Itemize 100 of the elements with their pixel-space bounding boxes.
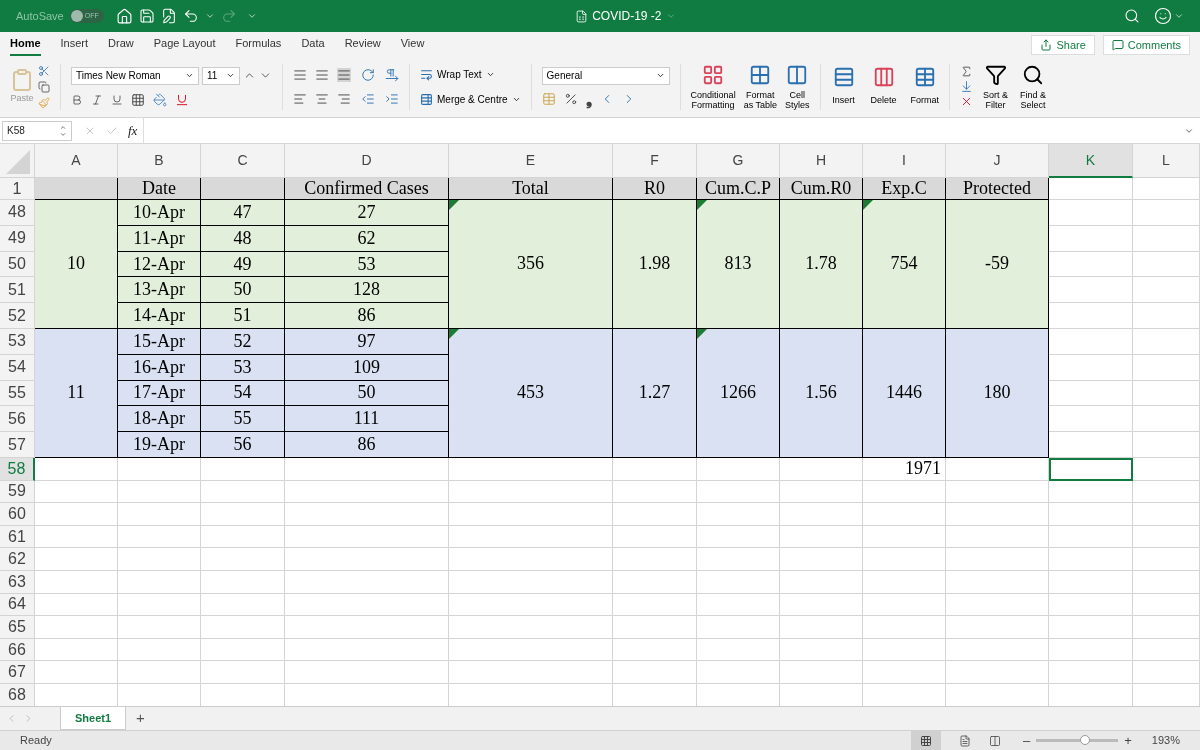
empty-cell[interactable] xyxy=(449,548,613,571)
empty-cell[interactable] xyxy=(1049,303,1133,329)
font-size-dropdown[interactable]: 11 xyxy=(202,66,240,85)
empty-cell[interactable] xyxy=(946,548,1049,571)
cut-icon[interactable] xyxy=(38,64,50,77)
empty-cell[interactable] xyxy=(1133,380,1200,407)
empty-cell[interactable] xyxy=(285,457,449,481)
empty-cell[interactable] xyxy=(1049,503,1133,526)
empty-cell[interactable] xyxy=(946,593,1049,617)
empty-cell[interactable] xyxy=(1049,329,1133,355)
empty-cell[interactable] xyxy=(697,480,780,504)
empty-cell[interactable] xyxy=(285,638,449,662)
column-header[interactable]: A xyxy=(35,144,118,178)
empty-cell[interactable] xyxy=(1049,661,1133,684)
smiley-icon[interactable] xyxy=(1154,7,1172,25)
orientation-icon[interactable] xyxy=(361,67,375,82)
merge-centre-button[interactable]: Merge & Centre xyxy=(420,91,521,107)
column-header[interactable]: L xyxy=(1133,144,1200,178)
empty-cell[interactable] xyxy=(118,616,201,639)
empty-cell[interactable] xyxy=(613,661,697,684)
empty-cell[interactable] xyxy=(613,616,697,639)
empty-cell[interactable] xyxy=(118,503,201,526)
empty-cell[interactable] xyxy=(613,638,697,662)
empty-cell[interactable] xyxy=(1049,616,1133,639)
empty-cell[interactable] xyxy=(1049,277,1133,304)
empty-cell[interactable] xyxy=(863,480,946,504)
empty-cell[interactable] xyxy=(1049,200,1133,226)
empty-cell[interactable] xyxy=(449,638,613,662)
empty-cell[interactable] xyxy=(201,661,285,684)
empty-cell[interactable] xyxy=(1133,616,1200,639)
percent-icon[interactable] xyxy=(563,91,578,106)
empty-cell[interactable] xyxy=(1049,480,1133,504)
empty-cell[interactable] xyxy=(1049,593,1133,617)
empty-cell[interactable] xyxy=(201,457,285,481)
empty-cell[interactable] xyxy=(1049,432,1133,458)
empty-cell[interactable] xyxy=(285,593,449,617)
number-format-dropdown[interactable]: General xyxy=(541,66,670,85)
empty-cell[interactable] xyxy=(780,457,863,481)
row-header[interactable]: 54 xyxy=(0,354,35,381)
empty-cell[interactable] xyxy=(285,616,449,639)
empty-cell[interactable] xyxy=(1133,251,1200,278)
empty-cell[interactable] xyxy=(780,638,863,662)
borders-icon[interactable] xyxy=(131,92,145,107)
empty-cell[interactable] xyxy=(285,570,449,594)
column-header[interactable]: B xyxy=(118,144,201,178)
customize-caret-icon[interactable] xyxy=(246,11,257,21)
align-middle-icon[interactable] xyxy=(315,67,329,82)
empty-cell[interactable] xyxy=(449,616,613,639)
empty-cell[interactable] xyxy=(1133,638,1200,662)
empty-cell[interactable] xyxy=(697,525,780,549)
text-direction-icon[interactable] xyxy=(385,67,399,82)
empty-cell[interactable] xyxy=(780,548,863,571)
format-painter-icon[interactable] xyxy=(38,96,50,109)
empty-cell[interactable] xyxy=(285,661,449,684)
align-right-icon[interactable] xyxy=(337,91,351,106)
empty-cell[interactable] xyxy=(118,457,201,481)
bold-icon[interactable] xyxy=(71,93,83,106)
empty-cell[interactable] xyxy=(946,480,1049,504)
cells-button[interactable]: Format xyxy=(910,65,940,108)
empty-cell[interactable] xyxy=(946,661,1049,684)
empty-cell[interactable] xyxy=(946,525,1049,549)
empty-cell[interactable] xyxy=(613,457,697,481)
empty-cell[interactable] xyxy=(1133,354,1200,381)
row-header[interactable]: 52 xyxy=(0,303,35,329)
fill-color-icon[interactable] xyxy=(153,92,167,107)
empty-cell[interactable] xyxy=(285,480,449,504)
select-all-corner[interactable] xyxy=(0,144,35,178)
empty-cell[interactable] xyxy=(1133,329,1200,355)
row-header[interactable]: 64 xyxy=(0,593,35,617)
empty-cell[interactable] xyxy=(697,457,780,481)
empty-cell[interactable] xyxy=(1133,503,1200,526)
empty-cell[interactable] xyxy=(697,616,780,639)
empty-cell[interactable] xyxy=(201,525,285,549)
home-icon[interactable] xyxy=(115,7,133,25)
cells-button[interactable]: Delete xyxy=(870,65,897,108)
empty-cell[interactable] xyxy=(863,616,946,639)
underline-icon[interactable] xyxy=(111,93,123,106)
empty-cell[interactable] xyxy=(1133,178,1200,200)
column-header[interactable]: G xyxy=(697,144,780,178)
wrap-text-button[interactable]: Wrap Text xyxy=(420,66,521,82)
empty-cell[interactable] xyxy=(863,638,946,662)
row-header[interactable]: 56 xyxy=(0,406,35,433)
column-header[interactable]: C xyxy=(201,144,285,178)
empty-cell[interactable] xyxy=(118,548,201,571)
empty-cell[interactable] xyxy=(613,503,697,526)
empty-cell[interactable] xyxy=(201,638,285,662)
empty-cell[interactable] xyxy=(1133,661,1200,684)
empty-cell[interactable] xyxy=(863,548,946,571)
title-caret-icon[interactable] xyxy=(665,11,676,21)
empty-cell[interactable] xyxy=(613,480,697,504)
decrease-indent-icon[interactable] xyxy=(361,91,375,106)
empty-cell[interactable] xyxy=(1133,593,1200,617)
align-left-icon[interactable] xyxy=(293,91,307,106)
empty-cell[interactable] xyxy=(449,525,613,549)
row-header[interactable]: 61 xyxy=(0,525,35,549)
empty-cell[interactable] xyxy=(613,570,697,594)
empty-cell[interactable] xyxy=(449,570,613,594)
row-header[interactable]: 68 xyxy=(0,683,35,706)
empty-cell[interactable] xyxy=(1133,480,1200,504)
row-header[interactable]: 66 xyxy=(0,638,35,662)
